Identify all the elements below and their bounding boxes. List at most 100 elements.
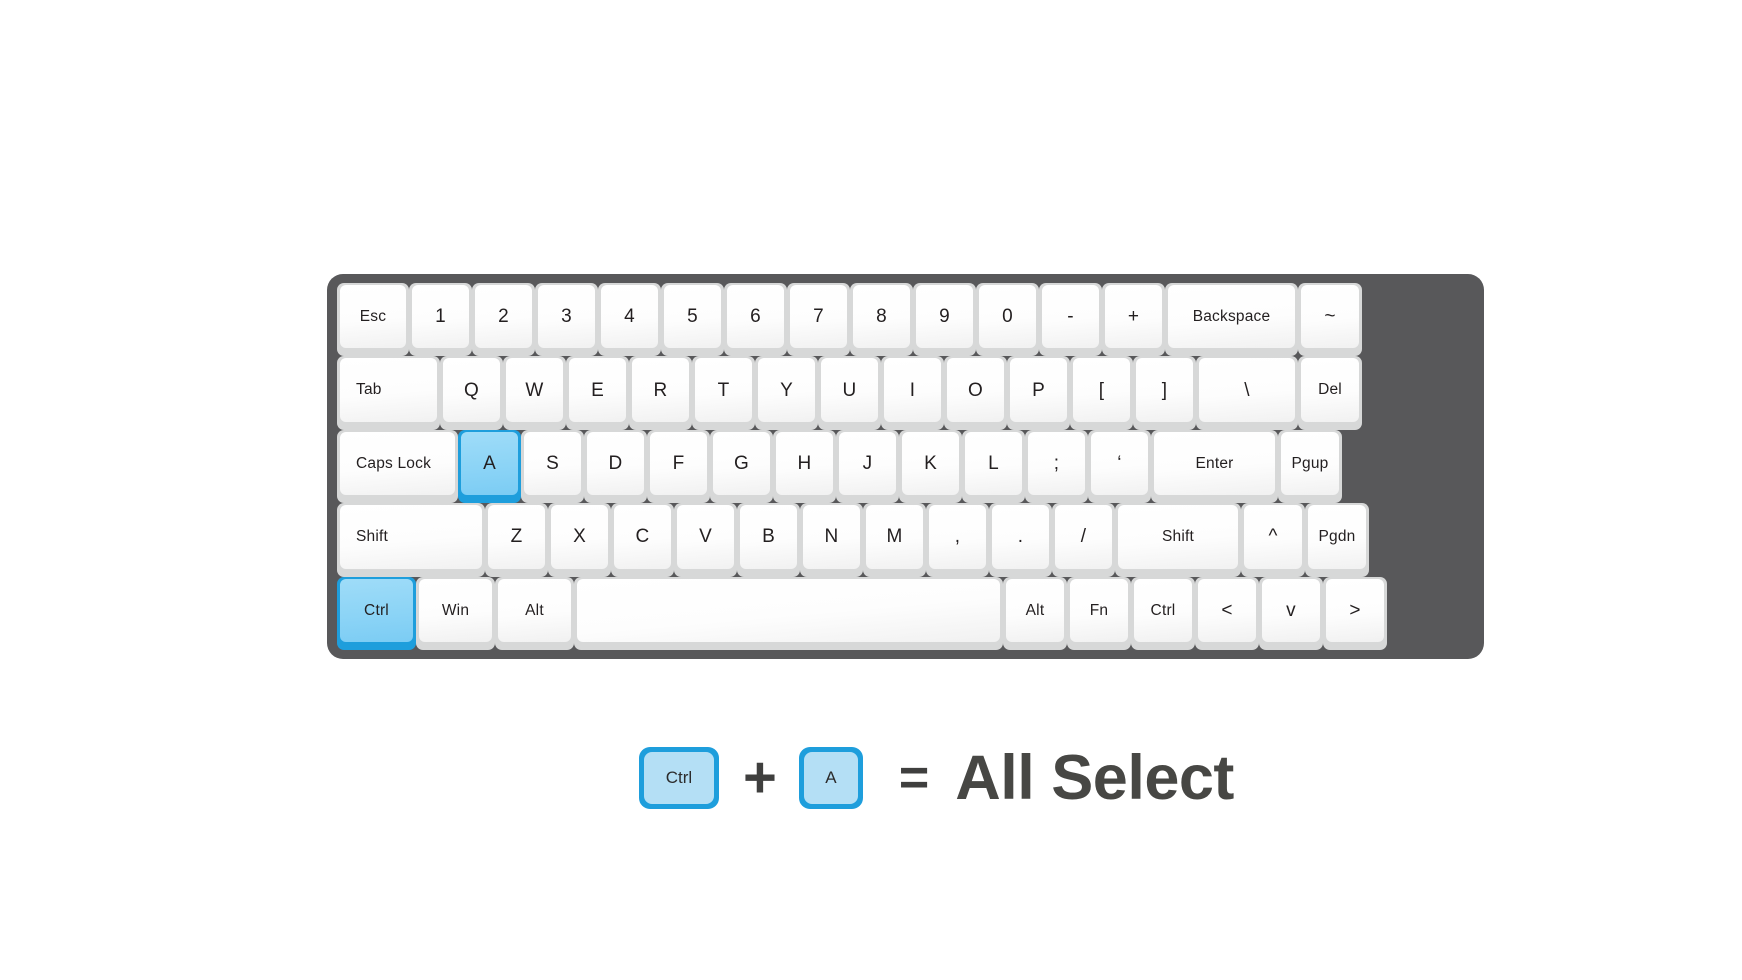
key-space[interactable]: ^	[1241, 503, 1305, 577]
key-space[interactable]: \	[1196, 356, 1298, 430]
key-space[interactable]: /	[1052, 503, 1115, 577]
key-label-1: 1	[412, 285, 469, 349]
key-label-tab: Tab	[340, 358, 437, 422]
key-c[interactable]: C	[611, 503, 674, 577]
key-l[interactable]: L	[962, 429, 1025, 504]
key-fn[interactable]: Fn	[1067, 576, 1131, 651]
key-label-4: 4	[601, 285, 658, 349]
key-space[interactable]: [	[1070, 356, 1133, 430]
key-f[interactable]: F	[647, 429, 710, 504]
key-7[interactable]: 7	[787, 283, 850, 357]
key-label-esc: Esc	[340, 285, 406, 349]
key-d[interactable]: D	[584, 429, 647, 504]
key-v[interactable]: v	[1259, 576, 1323, 651]
key-q[interactable]: Q	[440, 356, 503, 430]
key-label-3: 3	[538, 285, 595, 349]
key-space[interactable]: <	[1195, 576, 1259, 651]
key-label-8: 8	[853, 285, 910, 349]
key-del[interactable]: Del	[1298, 356, 1362, 430]
legend-key-ctrl-label: Ctrl	[644, 752, 714, 804]
key-shift[interactable]: Shift	[337, 503, 485, 577]
key-space[interactable]	[574, 576, 1003, 651]
key-9[interactable]: 9	[913, 283, 976, 357]
key-label-alt: Alt	[498, 578, 571, 643]
key-ctrl[interactable]: Ctrl	[337, 576, 416, 651]
legend-equals-sign: =	[898, 749, 930, 807]
key-label-6: 6	[727, 285, 784, 349]
key-label-space: ;	[1028, 431, 1085, 496]
key-pgdn[interactable]: Pgdn	[1305, 503, 1369, 577]
key-j[interactable]: J	[836, 429, 899, 504]
key-space[interactable]: ;	[1025, 429, 1088, 504]
key-caps-lock[interactable]: Caps Lock	[337, 429, 458, 504]
key-space[interactable]: -	[1039, 283, 1102, 357]
key-n[interactable]: N	[800, 503, 863, 577]
key-p[interactable]: P	[1007, 356, 1070, 430]
key-label-r: R	[632, 358, 689, 422]
key-space[interactable]: +	[1102, 283, 1165, 357]
key-label-ctrl: Ctrl	[1134, 578, 1192, 643]
key-label-ctrl: Ctrl	[340, 578, 413, 643]
key-e[interactable]: E	[566, 356, 629, 430]
key-label-t: T	[695, 358, 752, 422]
key-space[interactable]: ‘	[1088, 429, 1151, 504]
key-3[interactable]: 3	[535, 283, 598, 357]
key-0[interactable]: 0	[976, 283, 1039, 357]
key-5[interactable]: 5	[661, 283, 724, 357]
key-space[interactable]: >	[1323, 576, 1387, 651]
key-m[interactable]: M	[863, 503, 926, 577]
key-4[interactable]: 4	[598, 283, 661, 357]
key-space[interactable]: ]	[1133, 356, 1196, 430]
key-label-space: +	[1105, 285, 1162, 349]
key-r[interactable]: R	[629, 356, 692, 430]
key-label-b: B	[740, 505, 797, 569]
key-label-h: H	[776, 431, 833, 496]
key-label-alt: Alt	[1006, 578, 1064, 643]
key-backspace[interactable]: Backspace	[1165, 283, 1298, 357]
key-label-v: v	[1262, 578, 1320, 643]
legend-key-ctrl: Ctrl	[639, 747, 719, 809]
key-s[interactable]: S	[521, 429, 584, 504]
key-u[interactable]: U	[818, 356, 881, 430]
key-o[interactable]: O	[944, 356, 1007, 430]
key-ctrl[interactable]: Ctrl	[1131, 576, 1195, 651]
key-2[interactable]: 2	[472, 283, 535, 357]
keyboard-illustration: Esc 1 2 3 4 5 6 7 8 9 0- + Backspace ~ Tab Q W E R T Y U I O P[]…	[327, 274, 1484, 659]
key-shift[interactable]: Shift	[1115, 503, 1241, 577]
key-space[interactable]: ,	[926, 503, 989, 577]
key-label-backspace: Backspace	[1168, 285, 1295, 349]
key-label-n: N	[803, 505, 860, 569]
key-alt[interactable]: Alt	[1003, 576, 1067, 651]
key-label-del: Del	[1301, 358, 1359, 422]
key-pgup[interactable]: Pgup	[1278, 429, 1342, 504]
key-6[interactable]: 6	[724, 283, 787, 357]
key-tab[interactable]: Tab	[337, 356, 440, 430]
key-1[interactable]: 1	[409, 283, 472, 357]
key-space[interactable]: ~	[1298, 283, 1362, 357]
key-x[interactable]: X	[548, 503, 611, 577]
key-label-space: /	[1055, 505, 1112, 569]
key-i[interactable]: I	[881, 356, 944, 430]
key-win[interactable]: Win	[416, 576, 495, 651]
key-enter[interactable]: Enter	[1151, 429, 1278, 504]
key-t[interactable]: T	[692, 356, 755, 430]
key-a[interactable]: A	[458, 429, 521, 504]
key-y[interactable]: Y	[755, 356, 818, 430]
key-g[interactable]: G	[710, 429, 773, 504]
key-alt[interactable]: Alt	[495, 576, 574, 651]
key-space[interactable]: .	[989, 503, 1052, 577]
key-z[interactable]: Z	[485, 503, 548, 577]
key-esc[interactable]: Esc	[337, 283, 409, 357]
key-8[interactable]: 8	[850, 283, 913, 357]
key-label-space: [	[1073, 358, 1130, 422]
legend-key-a: A	[798, 747, 863, 809]
key-label-w: W	[506, 358, 563, 422]
key-k[interactable]: K	[899, 429, 962, 504]
key-label-space	[577, 578, 1000, 643]
key-v[interactable]: V	[674, 503, 737, 577]
key-w[interactable]: W	[503, 356, 566, 430]
key-b[interactable]: B	[737, 503, 800, 577]
key-label-s: S	[524, 431, 581, 496]
key-h[interactable]: H	[773, 429, 836, 504]
key-label-space: ~	[1301, 285, 1359, 349]
